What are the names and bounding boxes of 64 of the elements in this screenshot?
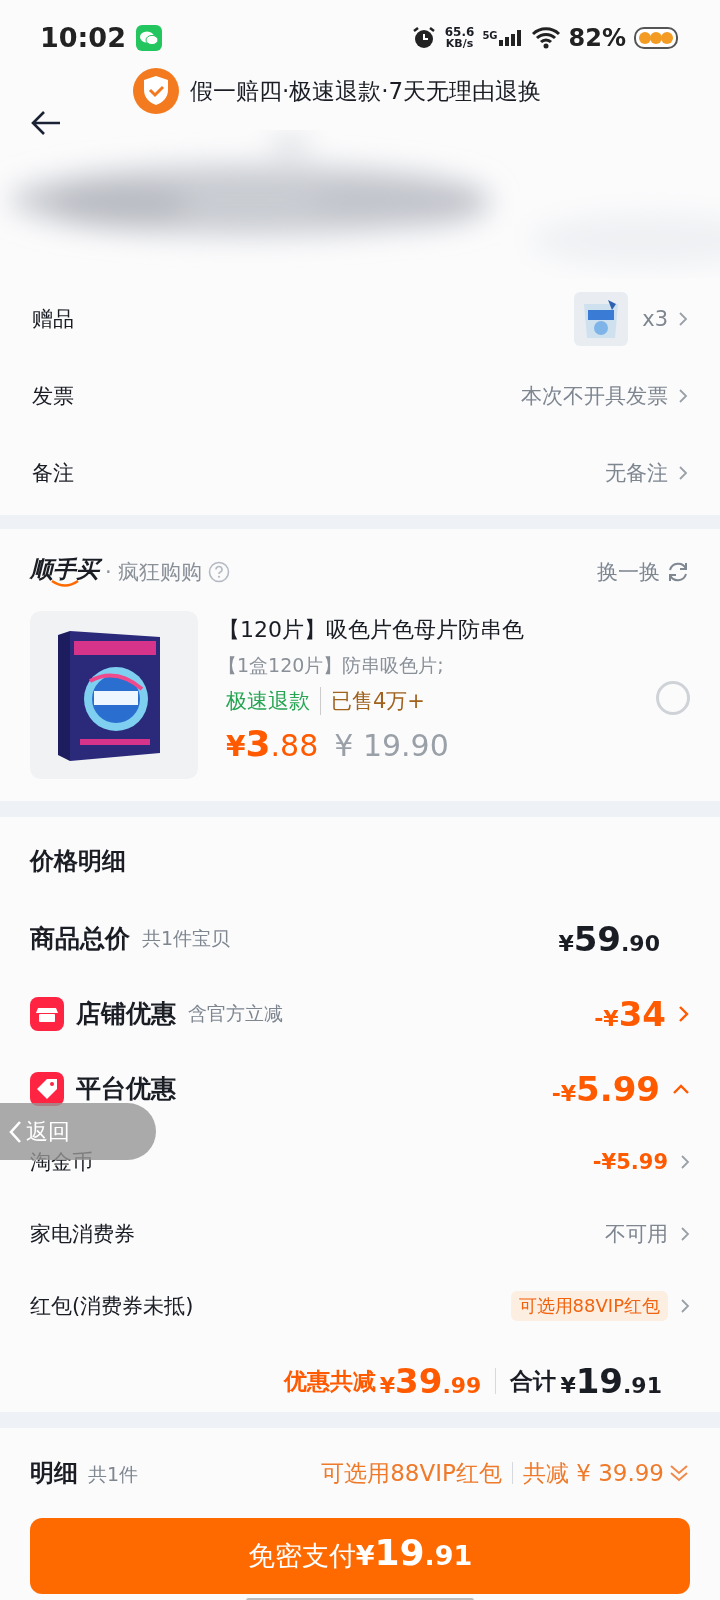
row-note: 含官方立减 — [188, 1000, 283, 1026]
gift-count: x3 — [642, 306, 668, 331]
row-label: 赠品 — [32, 305, 74, 333]
chevron-right-icon — [678, 464, 688, 481]
row-label: 红包(消费券未抵) — [30, 1293, 194, 1320]
chevron-up-icon[interactable] — [672, 1082, 690, 1095]
help-icon — [208, 561, 231, 583]
vip-coupon-link[interactable]: 可选用88VIP红包 — [321, 1457, 502, 1489]
discount-amount: -¥5.99 — [592, 1150, 668, 1174]
saved-amount: 共减 ¥ 39.99 — [522, 1458, 664, 1488]
coupon-badge: 可选用88VIP红包 — [510, 1291, 668, 1321]
chevron-right-icon[interactable] — [678, 1004, 690, 1023]
product-title[interactable]: 【120片】吸色片色母片防串色 — [218, 615, 524, 645]
row-label: 商品总价 — [30, 923, 130, 955]
select-radio[interactable] — [656, 681, 690, 715]
discount-total: ¥39.99 — [379, 1361, 482, 1401]
chat-app-icon — [135, 24, 162, 51]
chevron-right-icon — [680, 1298, 690, 1314]
wifi-icon — [530, 25, 561, 50]
item-count: 共1件 — [88, 1462, 139, 1487]
footer-title: 明细 — [30, 1458, 78, 1489]
refresh-icon — [666, 560, 690, 584]
price-amount: -¥34 — [594, 993, 666, 1034]
section-title: 价格明细 — [30, 846, 127, 877]
total-label: 合计 — [510, 1366, 557, 1396]
section-subtitle: · 疯狂购购 — [105, 559, 203, 586]
chevron-right-icon — [680, 1154, 690, 1170]
row-label: 平台优惠 — [76, 1073, 176, 1105]
row-label: 家电消费券 — [30, 1221, 135, 1248]
refund-tag: 极速退款 — [226, 687, 321, 715]
product-spec: 【1盒120片】防串吸色片; — [218, 653, 445, 678]
row-label: 发票 — [32, 382, 74, 410]
original-price: ¥ 19.90 — [334, 728, 449, 763]
guarantee-text: 假一赔四·极速退款·7天无理由退换 — [190, 76, 542, 106]
chevron-left-icon — [8, 1119, 22, 1144]
row-value: 不可用 — [605, 1221, 668, 1248]
sold-count: 已售4万+ — [331, 688, 425, 715]
price-amount: -¥5.99 — [551, 1068, 660, 1109]
signal-icon — [498, 29, 523, 46]
chevron-right-icon — [678, 310, 688, 327]
battery-level: 82% — [568, 23, 626, 52]
floating-back-button[interactable]: 返回 — [0, 1103, 156, 1160]
row-note: 共1件宝贝 — [142, 925, 231, 951]
network-type: 5G — [482, 29, 498, 41]
discount-label: 优惠共减 — [283, 1366, 376, 1396]
tag-icon — [30, 1071, 64, 1106]
battery-icon — [634, 26, 680, 49]
row-label: 备注 — [32, 459, 74, 487]
row-label: 店铺优惠 — [76, 998, 176, 1030]
order-total: ¥19.91 — [560, 1361, 662, 1401]
refresh-link[interactable]: 换一换 — [597, 558, 660, 586]
pay-button[interactable]: 免密支付¥19.91 — [30, 1518, 690, 1594]
back-arrow-icon[interactable] — [30, 109, 62, 136]
double-chevron-down-icon[interactable] — [668, 1463, 690, 1483]
shop-icon — [30, 996, 64, 1031]
row-value: 无备注 — [605, 459, 668, 487]
price-amount: ¥59.90 — [558, 918, 660, 959]
chevron-right-icon — [678, 387, 688, 404]
product-price: ¥3.88 — [226, 723, 319, 764]
clock-time: 10:02 — [40, 22, 126, 53]
row-value: 本次不开具发票 — [521, 382, 668, 410]
network-speed-unit: KB/s — [445, 38, 474, 49]
network-speed: 65.6 — [444, 26, 475, 38]
chevron-right-icon — [680, 1226, 690, 1242]
